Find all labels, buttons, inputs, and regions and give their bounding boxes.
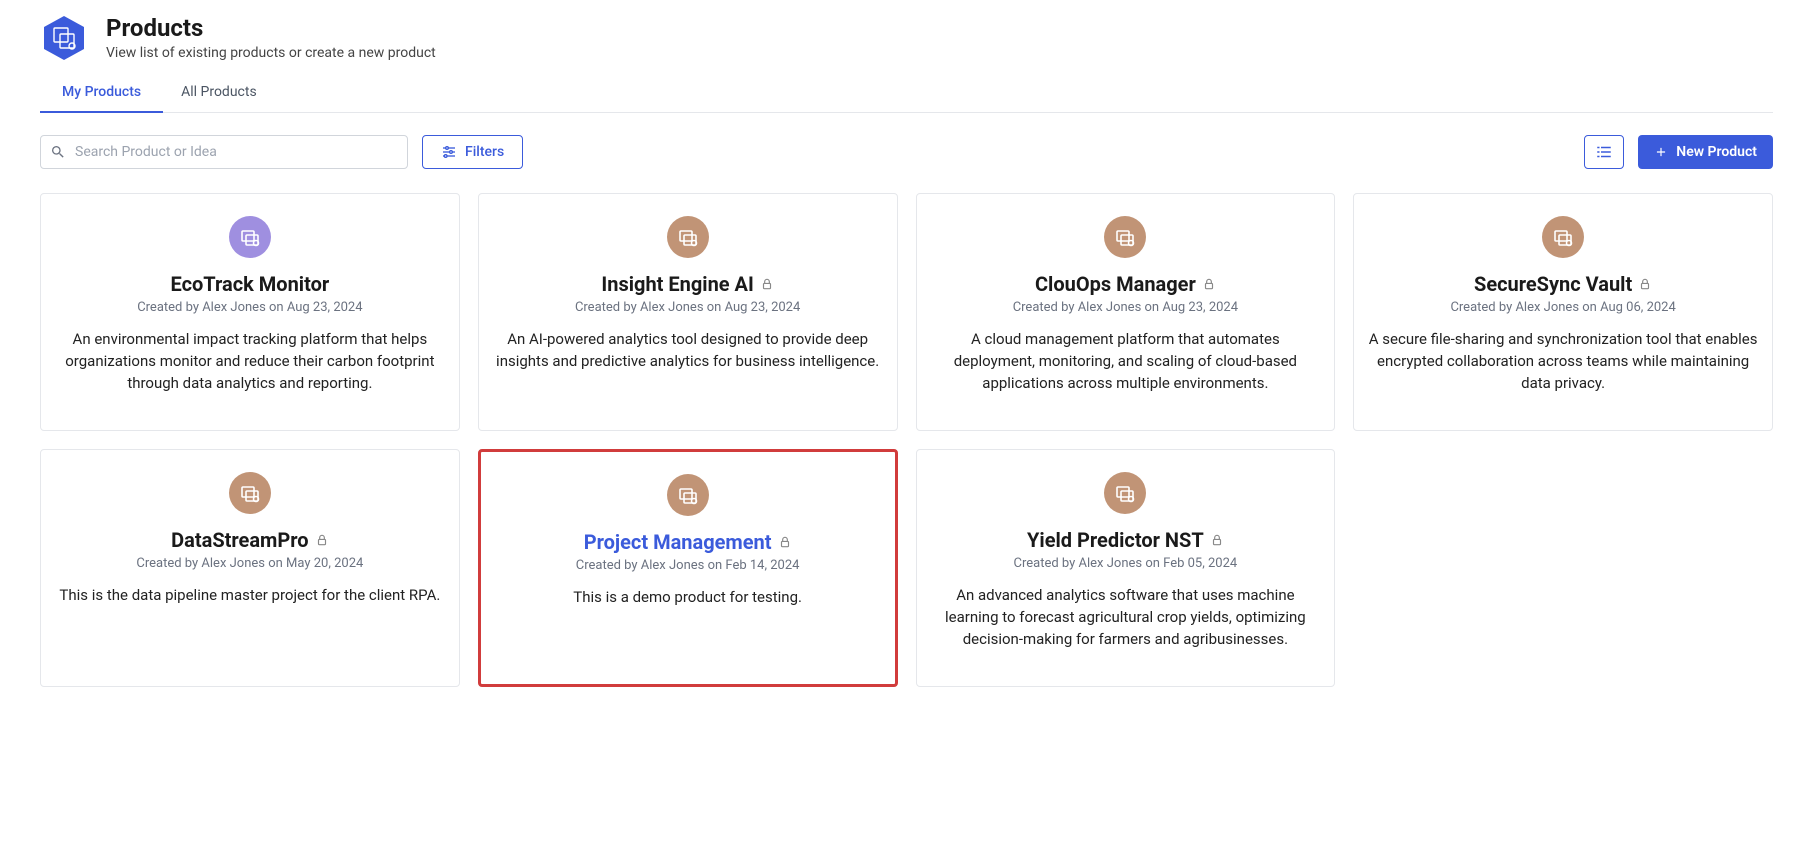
product-card[interactable]: SecureSync Vault Created by Alex Jones o…	[1353, 193, 1773, 431]
product-title: DataStreamPro	[55, 528, 445, 552]
page-title: Products	[106, 14, 436, 43]
product-card[interactable]: ClouOps Manager Created by Alex Jones on…	[916, 193, 1336, 431]
product-title-text: Insight Engine AI	[601, 272, 753, 296]
search-icon	[50, 144, 66, 160]
product-box-icon	[667, 216, 709, 258]
product-title-text: SecureSync Vault	[1474, 272, 1632, 296]
filters-icon	[441, 144, 457, 160]
list-view-button[interactable]	[1584, 135, 1624, 169]
new-product-label: New Product	[1676, 144, 1757, 160]
product-title: Insight Engine AI	[493, 272, 883, 296]
product-description: This is the data pipeline master project…	[55, 585, 445, 607]
product-card[interactable]: Insight Engine AI Created by Alex Jones …	[478, 193, 898, 431]
tabs: My Products All Products	[40, 74, 1773, 113]
product-box-icon	[1104, 216, 1146, 258]
product-meta: Created by Alex Jones on May 20, 2024	[55, 556, 445, 571]
product-description: An environmental impact tracking platfor…	[55, 329, 445, 394]
product-title: Yield Predictor NST	[931, 528, 1321, 552]
filters-label: Filters	[465, 144, 504, 160]
lock-icon	[1202, 277, 1216, 291]
lock-icon	[778, 535, 792, 549]
lock-icon	[1638, 277, 1652, 291]
product-box-icon	[229, 216, 271, 258]
filters-button[interactable]: Filters	[422, 135, 523, 169]
product-title: Project Management	[495, 530, 881, 554]
product-title-text: DataStreamPro	[171, 528, 308, 552]
product-card[interactable]: DataStreamPro Created by Alex Jones on M…	[40, 449, 460, 687]
product-description: A secure file-sharing and synchronizatio…	[1368, 329, 1758, 394]
page-subtitle: View list of existing products or create…	[106, 45, 436, 61]
product-title-text: Yield Predictor NST	[1027, 528, 1204, 552]
new-product-button[interactable]: New Product	[1638, 135, 1773, 169]
product-box-icon	[229, 472, 271, 514]
product-meta: Created by Alex Jones on Feb 14, 2024	[495, 558, 881, 573]
product-description: An advanced analytics software that uses…	[931, 585, 1321, 650]
product-title-text: Project Management	[584, 530, 772, 554]
product-box-icon	[667, 474, 709, 516]
product-title: ClouOps Manager	[931, 272, 1321, 296]
lock-icon	[1210, 533, 1224, 547]
product-box-icon	[1104, 472, 1146, 514]
product-meta: Created by Alex Jones on Aug 23, 2024	[493, 300, 883, 315]
app-icon	[40, 14, 88, 62]
product-card[interactable]: Project Management Created by Alex Jones…	[478, 449, 898, 687]
tab-my-products[interactable]: My Products	[60, 74, 143, 112]
search-box	[40, 135, 408, 169]
tab-all-products[interactable]: All Products	[179, 74, 259, 112]
lock-icon	[760, 277, 774, 291]
product-meta: Created by Alex Jones on Aug 06, 2024	[1368, 300, 1758, 315]
search-input[interactable]	[40, 135, 408, 169]
product-description: This is a demo product for testing.	[495, 587, 881, 609]
product-meta: Created by Alex Jones on Aug 23, 2024	[931, 300, 1321, 315]
product-meta: Created by Alex Jones on Feb 05, 2024	[931, 556, 1321, 571]
product-description: An AI-powered analytics tool designed to…	[493, 329, 883, 373]
product-title-text: ClouOps Manager	[1035, 272, 1196, 296]
product-box-icon	[1542, 216, 1584, 258]
product-card[interactable]: Yield Predictor NST Created by Alex Jone…	[916, 449, 1336, 687]
plus-icon	[1654, 145, 1668, 159]
product-title: EcoTrack Monitor	[55, 272, 445, 296]
product-title-text: EcoTrack Monitor	[171, 272, 330, 296]
product-card[interactable]: EcoTrack Monitor Created by Alex Jones on…	[40, 193, 460, 431]
lock-icon	[315, 533, 329, 547]
product-description: A cloud management platform that automat…	[931, 329, 1321, 394]
product-title: SecureSync Vault	[1368, 272, 1758, 296]
list-icon	[1595, 143, 1613, 161]
product-meta: Created by Alex Jones on Aug 23, 2024	[55, 300, 445, 315]
